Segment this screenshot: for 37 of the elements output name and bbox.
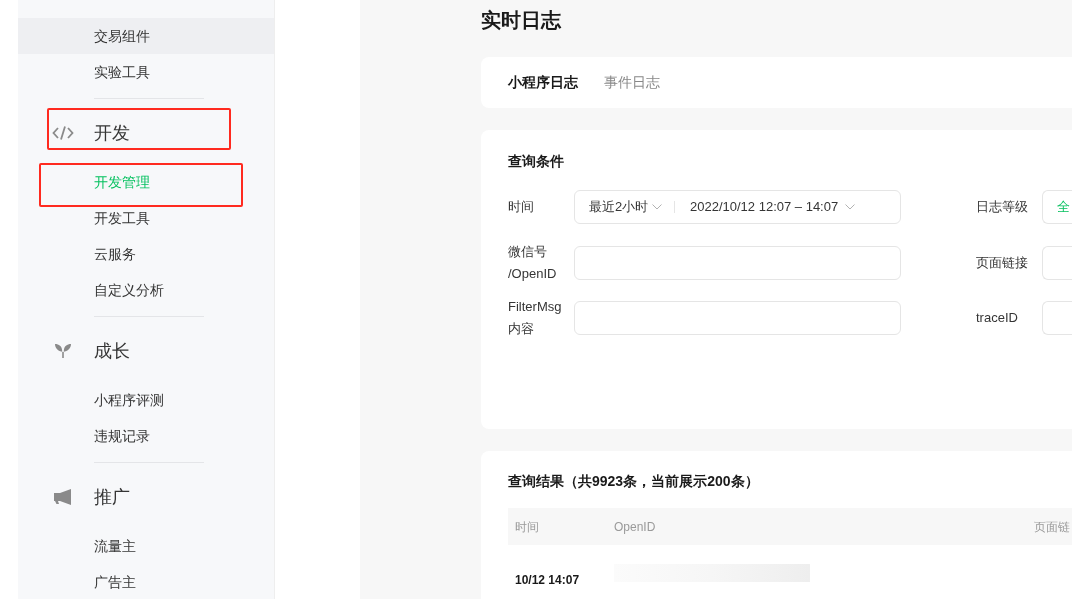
chevron-down-icon [845, 204, 855, 210]
sidebar-item[interactable]: 流量主 [94, 535, 136, 557]
date-range-value: 2022/10/12 12:07 – 14:07 [689, 198, 840, 217]
sidebar-item[interactable]: 云服务 [94, 243, 136, 265]
sidebar-item[interactable]: 交易组件 [94, 25, 150, 47]
section-title: 查询结果（共9923条，当前展示200条） [508, 472, 760, 491]
sidebar-item[interactable]: 实验工具 [94, 61, 150, 83]
time-range-picker[interactable]: 最近2小时 2022/10/12 12:07 – 14:07 [574, 190, 901, 224]
tab[interactable]: 事件日志 [604, 72, 660, 93]
sidebar-item[interactable]: 开发工具 [94, 207, 150, 229]
field-label: 日志等级 [976, 198, 1029, 216]
section-heading[interactable]: 开发 [94, 119, 130, 147]
page-title: 实时日志 [481, 8, 562, 33]
chevron-down-icon [652, 204, 662, 210]
sidebar-item[interactable]: 自定义分析 [94, 279, 164, 301]
code-icon [52, 125, 74, 141]
sprout-icon [54, 343, 72, 359]
field-label: traceID [976, 309, 1019, 327]
range-value: 最近2小时 [588, 198, 650, 217]
sidebar-item[interactable]: 小程序评测 [94, 389, 164, 411]
field-label: 微信号 /OpenID [508, 243, 558, 283]
field-label: 页面链接 [976, 254, 1029, 272]
field-label: FilterMsg 内容 [508, 298, 563, 338]
section-title: 查询条件 [508, 152, 565, 171]
input-field[interactable] [574, 301, 901, 335]
section-heading[interactable]: 成长 [94, 337, 130, 365]
input-field[interactable] [574, 246, 901, 280]
megaphone-icon [53, 489, 73, 505]
column-header: OpenID [614, 518, 657, 536]
table-cell-text: 10/12 14:07 [514, 572, 581, 589]
field-label: 时间 [508, 198, 535, 216]
sidebar-item[interactable]: 违规记录 [94, 425, 150, 447]
tab[interactable]: 小程序日志 [508, 72, 578, 93]
sidebar-item[interactable]: 广告主 [94, 571, 136, 593]
column-header: 时间 [514, 518, 540, 536]
section-heading[interactable]: 推广 [94, 483, 130, 511]
column-header: 页面链 [1034, 518, 1070, 536]
